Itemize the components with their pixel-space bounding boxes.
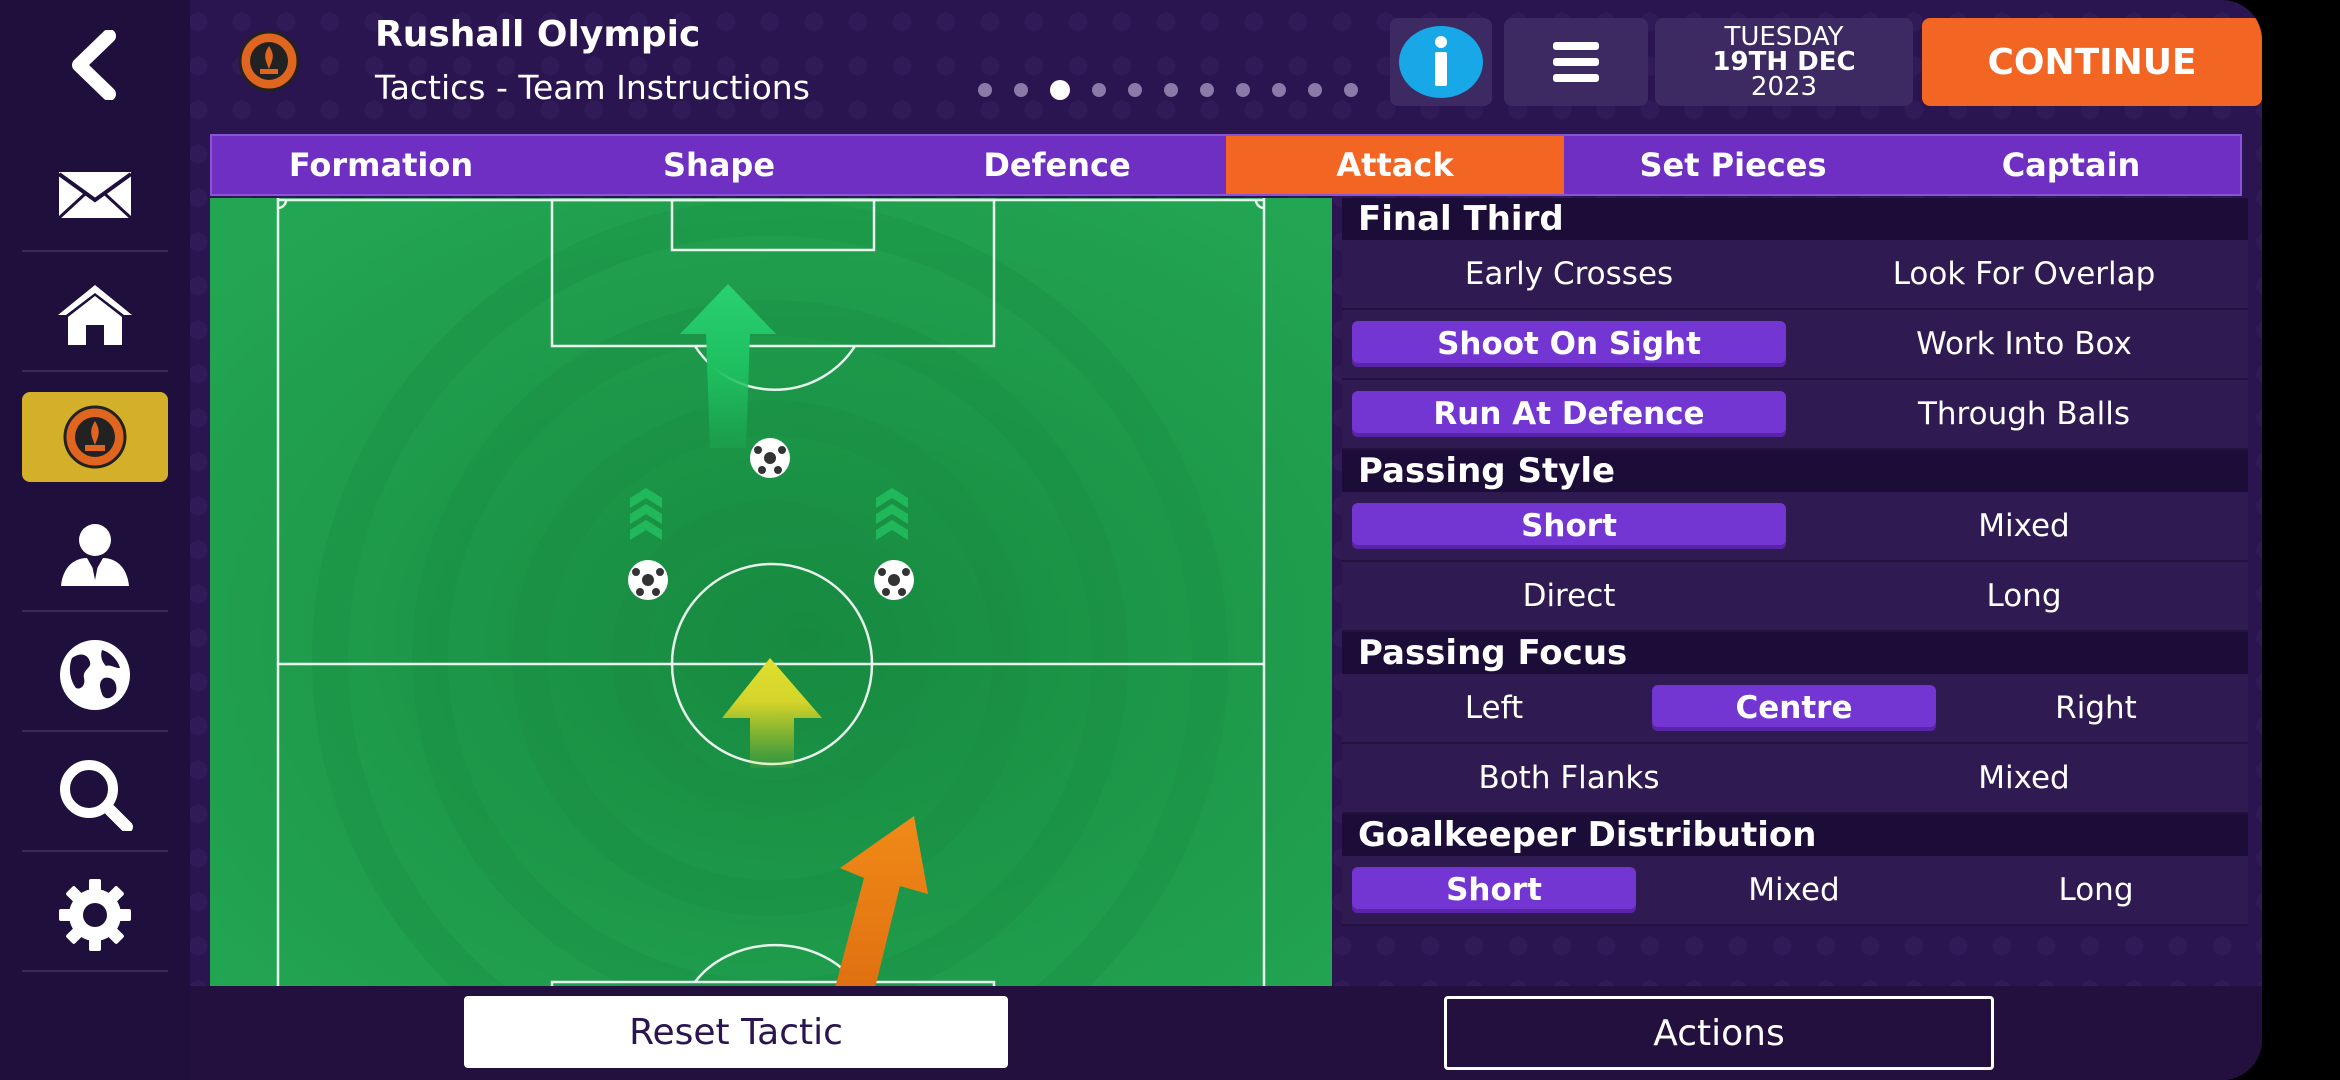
page-dot	[1014, 83, 1028, 97]
option-work-into-box[interactable]: Work Into Box	[1807, 321, 2241, 367]
page-dot-active	[1050, 80, 1070, 100]
option-through-balls[interactable]: Through Balls	[1807, 391, 2241, 437]
sidebar-item-search[interactable]	[22, 740, 168, 852]
instructions-panel: Final Third Early Crosses Look For Overl…	[1342, 198, 2248, 926]
mail-icon	[57, 172, 133, 220]
option-look-for-overlap[interactable]: Look For Overlap	[1807, 251, 2241, 297]
option-passing-direct[interactable]: Direct	[1352, 573, 1786, 619]
date-day: TUESDAY	[1724, 21, 1844, 52]
club-badge-icon	[63, 405, 127, 469]
home-icon	[58, 285, 132, 345]
section-passing-focus: Passing Focus	[1342, 632, 2248, 674]
search-icon	[60, 760, 133, 831]
page-indicator	[978, 80, 1358, 100]
tab-formation[interactable]: Formation	[212, 136, 550, 194]
pitch-graphic	[210, 198, 1332, 986]
option-row: Direct Long	[1342, 562, 2248, 632]
option-row: Short Mixed	[1342, 492, 2248, 562]
ball-icon	[628, 560, 668, 600]
page-dot	[1236, 83, 1250, 97]
sidebar-item-club[interactable]	[22, 392, 168, 482]
reset-tactic-button[interactable]: Reset Tactic	[464, 996, 1008, 1068]
globe-icon	[60, 640, 130, 710]
ball-icon	[750, 438, 790, 478]
option-run-at-defence[interactable]: Run At Defence	[1352, 391, 1786, 437]
option-gk-long[interactable]: Long	[1954, 867, 2238, 913]
page-dot	[1092, 83, 1106, 97]
back-arrow-icon	[72, 30, 116, 100]
option-row: Short Mixed Long	[1342, 856, 2248, 926]
option-passing-long[interactable]: Long	[1807, 573, 2241, 619]
actions-button[interactable]: Actions	[1444, 996, 1994, 1070]
sidebar-item-staff[interactable]	[22, 500, 168, 612]
gear-icon	[59, 879, 131, 951]
club-name: Rushall Olympic	[375, 14, 701, 55]
page-title: Tactics - Team Instructions	[375, 68, 810, 107]
app-window: Rushall Olympic Tactics - Team Instructi…	[0, 0, 2262, 1080]
sidebar-item-world[interactable]	[22, 620, 168, 732]
option-gk-mixed[interactable]: Mixed	[1652, 867, 1936, 913]
manager-icon	[61, 524, 129, 586]
sidebar-item-settings[interactable]	[22, 860, 168, 972]
page-dot	[978, 83, 992, 97]
section-gk-distribution: Goalkeeper Distribution	[1342, 814, 2248, 856]
page-dot	[1200, 83, 1214, 97]
option-passing-short[interactable]: Short	[1352, 503, 1786, 549]
menu-button[interactable]	[1504, 18, 1648, 106]
date-year: 2023	[1750, 71, 1818, 102]
page-dot	[1308, 83, 1322, 97]
sidebar-item-inbox[interactable]	[22, 140, 168, 252]
sidebar-item-home[interactable]	[22, 260, 168, 372]
page-dot	[1128, 83, 1142, 97]
option-focus-left[interactable]: Left	[1352, 685, 1636, 731]
tab-shape[interactable]: Shape	[550, 136, 888, 194]
option-passing-mixed[interactable]: Mixed	[1807, 503, 2241, 549]
hamburger-icon	[1553, 42, 1599, 82]
club-badge	[238, 30, 300, 92]
ball-icon	[874, 560, 914, 600]
tab-captain[interactable]: Captain	[1902, 136, 2240, 194]
page-dot	[1164, 83, 1178, 97]
option-early-crosses[interactable]: Early Crosses	[1352, 251, 1786, 297]
option-focus-mixed[interactable]: Mixed	[1807, 755, 2241, 801]
info-button[interactable]	[1390, 18, 1492, 106]
option-row: Both Flanks Mixed	[1342, 744, 2248, 814]
page-dot	[1344, 83, 1358, 97]
continue-button[interactable]: CONTINUE	[1922, 18, 2262, 106]
section-final-third: Final Third	[1342, 198, 2248, 240]
option-row: Shoot On Sight Work Into Box	[1342, 310, 2248, 380]
sidebar	[0, 0, 190, 1080]
tab-set-pieces[interactable]: Set Pieces	[1564, 136, 1902, 194]
option-focus-right[interactable]: Right	[1954, 685, 2238, 731]
info-icon	[1399, 26, 1483, 98]
tab-defence[interactable]: Defence	[888, 136, 1226, 194]
page-dot	[1272, 83, 1286, 97]
tab-attack[interactable]: Attack	[1226, 136, 1564, 194]
back-button[interactable]	[22, 10, 168, 120]
option-row: Run At Defence Through Balls	[1342, 380, 2248, 450]
tactics-tabs: Formation Shape Defence Attack Set Piece…	[210, 134, 2242, 196]
option-row: Early Crosses Look For Overlap	[1342, 240, 2248, 310]
option-focus-centre[interactable]: Centre	[1652, 685, 1936, 731]
section-passing-style: Passing Style	[1342, 450, 2248, 492]
option-shoot-on-sight[interactable]: Shoot On Sight	[1352, 321, 1786, 367]
date-date: 19TH DEC	[1712, 46, 1856, 77]
tactics-pitch	[210, 198, 1332, 986]
option-gk-short[interactable]: Short	[1352, 867, 1636, 913]
option-row: Left Centre Right	[1342, 674, 2248, 744]
option-focus-both-flanks[interactable]: Both Flanks	[1352, 755, 1786, 801]
date-display[interactable]: TUESDAY 19TH DEC 2023	[1655, 18, 1913, 106]
